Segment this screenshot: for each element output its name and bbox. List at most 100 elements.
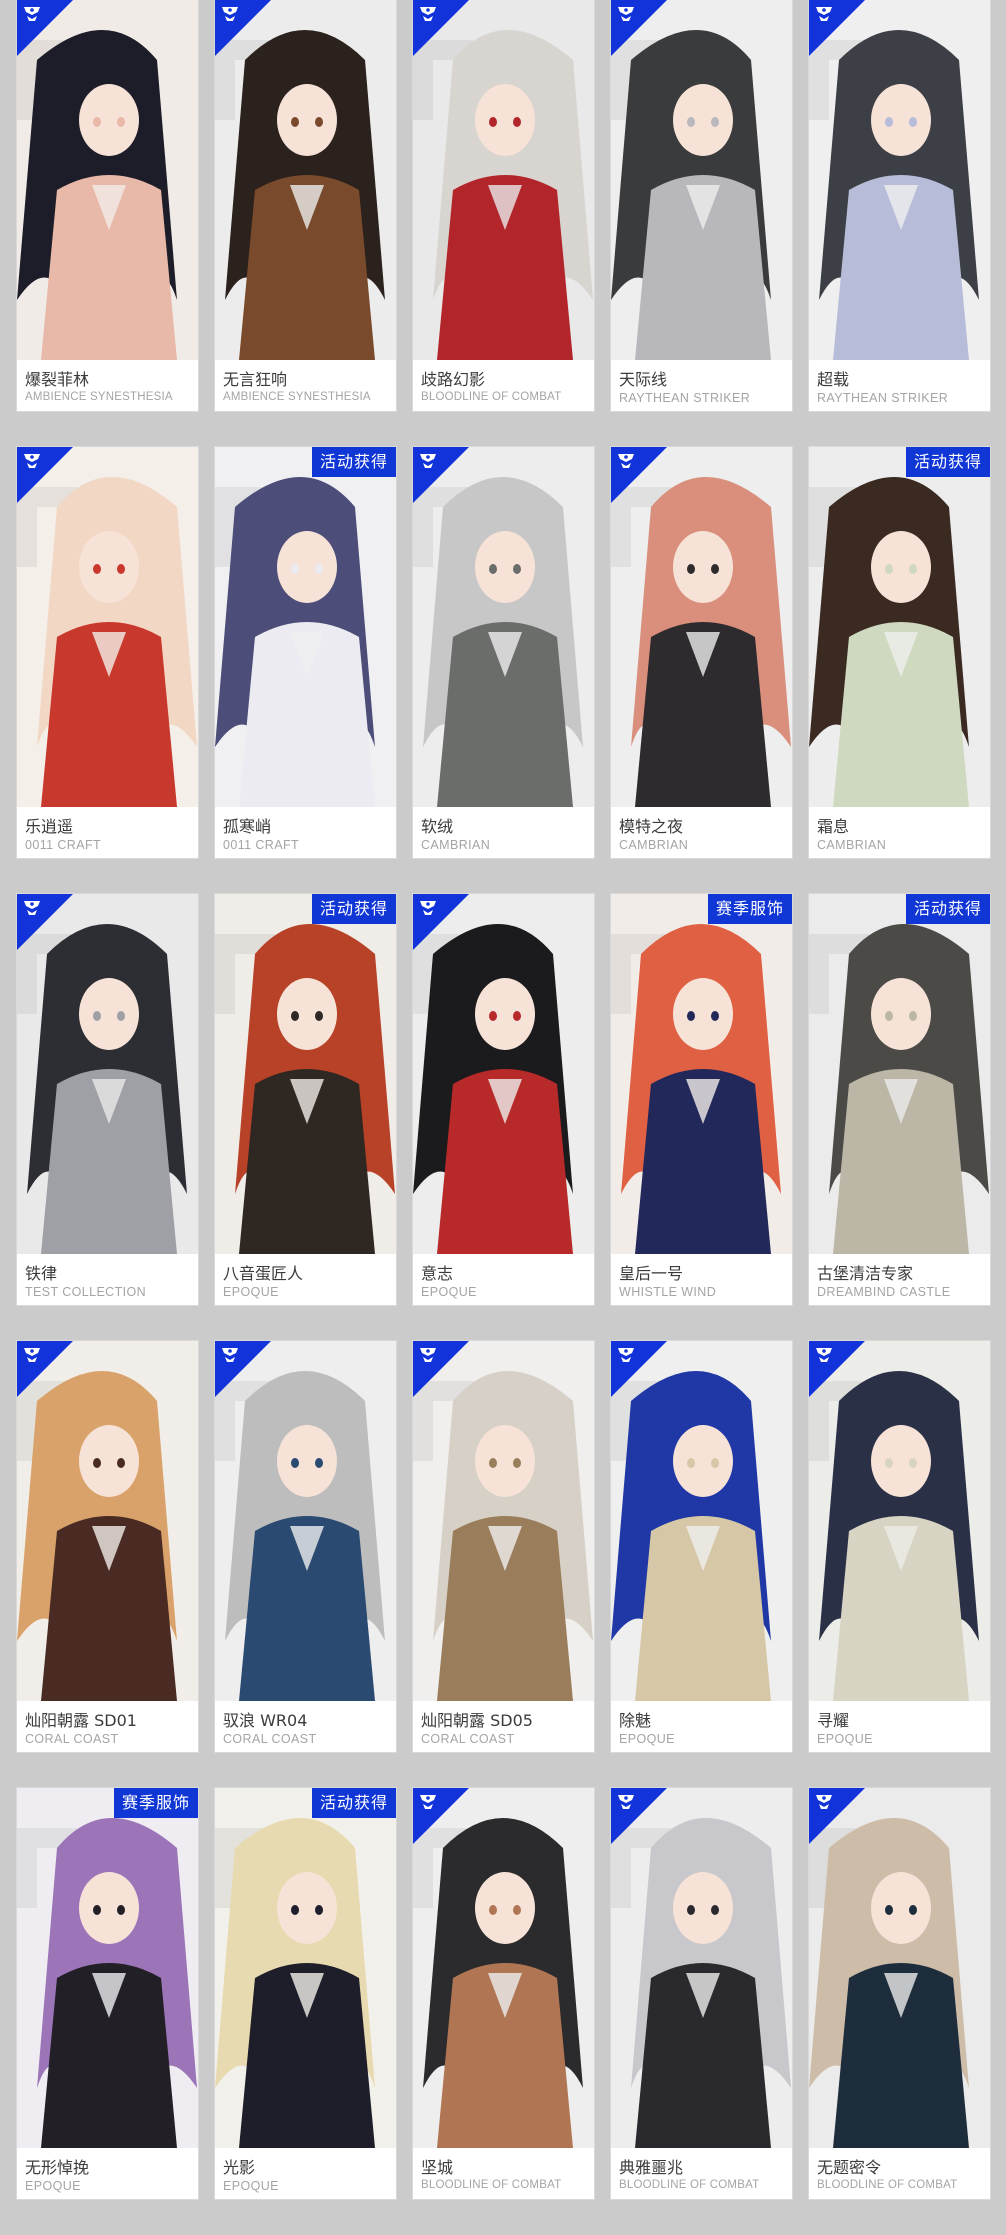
skin-name: 铁律 bbox=[25, 1264, 58, 1283]
skin-name: 坚城 bbox=[421, 2158, 454, 2177]
skin-card[interactable]: 歧路幻影 BLOODLINE OF COMBAT bbox=[413, 0, 594, 411]
skin-artwork bbox=[215, 894, 396, 1254]
skin-name: 寻耀 bbox=[817, 1711, 850, 1730]
shop-crest-icon bbox=[21, 897, 43, 919]
skin-series: AMBIENCE SYNESTHESIA bbox=[223, 391, 371, 403]
skin-artwork bbox=[17, 1788, 198, 2148]
skin-card[interactable]: 活动获得 古堡清洁专家 DREAMBIND CASTLE bbox=[809, 894, 990, 1305]
skin-name: 爆裂菲林 bbox=[25, 370, 90, 389]
skin-card[interactable]: 爆裂菲林 AMBIENCE SYNESTHESIA bbox=[17, 0, 198, 411]
skin-artwork bbox=[215, 447, 396, 807]
skin-artwork bbox=[809, 447, 990, 807]
skin-name: 天际线 bbox=[619, 370, 668, 389]
skin-card[interactable]: 典雅噩兆 BLOODLINE OF COMBAT bbox=[611, 1788, 792, 2199]
skin-card[interactable]: 活动获得光影 EPOQUE bbox=[215, 1788, 396, 2199]
skin-series: BLOODLINE OF COMBAT bbox=[421, 2179, 562, 2191]
shop-crest-icon bbox=[813, 3, 835, 25]
skin-name: 驭浪 WR04 bbox=[223, 1711, 308, 1730]
skin-series: EPOQUE bbox=[223, 2179, 279, 2193]
skin-name: 意志 bbox=[421, 1264, 454, 1283]
skin-series: BLOODLINE OF COMBAT bbox=[817, 2179, 958, 2191]
shop-crest-icon bbox=[417, 1344, 439, 1366]
skin-series: CORAL COAST bbox=[25, 1732, 119, 1746]
skin-series: BLOODLINE OF COMBAT bbox=[421, 391, 562, 403]
skin-series: BLOODLINE OF COMBAT bbox=[619, 2179, 760, 2191]
skin-name: 乐逍遥 bbox=[25, 817, 74, 836]
shop-crest-icon bbox=[219, 1344, 241, 1366]
skin-card[interactable]: 超载 RAYTHEAN STRIKER bbox=[809, 0, 990, 411]
event-tag: 活动获得 bbox=[311, 1788, 396, 1818]
skin-card[interactable]: 无言狂响 AMBIENCE SYNESTHESIA bbox=[215, 0, 396, 411]
skin-name: 古堡清洁专家 bbox=[817, 1264, 914, 1283]
event-tag: 活动获得 bbox=[311, 894, 396, 924]
skin-card[interactable]: 坚城 BLOODLINE OF COMBAT bbox=[413, 1788, 594, 2199]
event-tag: 活动获得 bbox=[905, 447, 990, 477]
skin-card[interactable]: 天际线 RAYTHEAN STRIKER bbox=[611, 0, 792, 411]
skin-card[interactable]: 活动获得霜息 CAMBRIAN bbox=[809, 447, 990, 858]
skin-series: DREAMBIND CASTLE bbox=[817, 1285, 951, 1299]
skin-card[interactable]: 寻耀 EPOQUE bbox=[809, 1341, 990, 1752]
skin-series: EPOQUE bbox=[25, 2179, 81, 2193]
season-tag: 赛季服饰 bbox=[113, 1788, 198, 1818]
skin-series: CAMBRIAN bbox=[619, 838, 689, 852]
shop-crest-icon bbox=[21, 3, 43, 25]
skin-series: EPOQUE bbox=[817, 1732, 873, 1746]
skin-artwork bbox=[809, 894, 990, 1254]
skin-name: 霜息 bbox=[817, 817, 850, 836]
skin-card[interactable]: 灿阳朝露 SD05 CORAL COAST bbox=[413, 1341, 594, 1752]
skin-series: RAYTHEAN STRIKER bbox=[619, 391, 751, 405]
skin-name: 典雅噩兆 bbox=[619, 2158, 684, 2177]
skin-card[interactable]: 无题密令 BLOODLINE OF COMBAT bbox=[809, 1788, 990, 2199]
shop-crest-icon bbox=[21, 1344, 43, 1366]
skin-artwork bbox=[215, 1788, 396, 2148]
skin-name: 灿阳朝露 SD01 bbox=[25, 1711, 137, 1730]
skin-card[interactable]: 驭浪 WR04 CORAL COAST bbox=[215, 1341, 396, 1752]
skin-series: CAMBRIAN bbox=[817, 838, 887, 852]
skin-card[interactable]: 活动获得 八音蛋匠人 EPOQUE bbox=[215, 894, 396, 1305]
skin-artwork bbox=[611, 894, 792, 1254]
shop-crest-icon bbox=[417, 897, 439, 919]
skin-name: 除魅 bbox=[619, 1711, 652, 1730]
shop-crest-icon bbox=[813, 1344, 835, 1366]
skin-series: 0011 CRAFT bbox=[25, 838, 102, 852]
skin-name: 超载 bbox=[817, 370, 850, 389]
skin-name: 皇后一号 bbox=[619, 1264, 684, 1283]
skin-name: 软绒 bbox=[421, 817, 454, 836]
skin-series: 0011 CRAFT bbox=[223, 838, 300, 852]
shop-crest-icon bbox=[615, 3, 637, 25]
skin-card[interactable]: 模特之夜 CAMBRIAN bbox=[611, 447, 792, 858]
skin-card[interactable]: 除魅 EPOQUE bbox=[611, 1341, 792, 1752]
skin-series: EPOQUE bbox=[619, 1732, 675, 1746]
skin-name: 无题密令 bbox=[817, 2158, 882, 2177]
skin-card[interactable]: 乐逍遥 0011 CRAFT bbox=[17, 447, 198, 858]
skin-series: CORAL COAST bbox=[421, 1732, 515, 1746]
skin-card[interactable]: 软绒 CAMBRIAN bbox=[413, 447, 594, 858]
skin-card[interactable]: 赛季服饰 无形悼挽 EPOQUE bbox=[17, 1788, 198, 2199]
skin-card[interactable]: 意志 EPOQUE bbox=[413, 894, 594, 1305]
event-tag: 活动获得 bbox=[311, 447, 396, 477]
skin-series: EPOQUE bbox=[421, 1285, 477, 1299]
shop-crest-icon bbox=[417, 3, 439, 25]
skin-series: WHISTLE WIND bbox=[619, 1285, 717, 1299]
skin-name: 孤寒峭 bbox=[223, 817, 272, 836]
skin-name: 光影 bbox=[223, 2158, 256, 2177]
skin-card[interactable]: 灿阳朝露 SD01 CORAL COAST bbox=[17, 1341, 198, 1752]
skin-name: 歧路幻影 bbox=[421, 370, 486, 389]
skin-card[interactable]: 铁律 TEST COLLECTION bbox=[17, 894, 198, 1305]
skin-series: TEST COLLECTION bbox=[25, 1285, 147, 1299]
shop-crest-icon bbox=[417, 450, 439, 472]
shop-crest-icon bbox=[417, 1791, 439, 1813]
shop-crest-icon bbox=[219, 3, 241, 25]
skin-card[interactable]: 活动获得孤寒峭 0011 CRAFT bbox=[215, 447, 396, 858]
skin-grid: 爆裂菲林 AMBIENCE SYNESTHESIA 无言狂响 AMBIENCE SYN… bbox=[0, 0, 1006, 2235]
shop-crest-icon bbox=[615, 1791, 637, 1813]
skin-series: AMBIENCE SYNESTHESIA bbox=[25, 391, 173, 403]
skin-series: EPOQUE bbox=[223, 1285, 279, 1299]
season-tag: 赛季服饰 bbox=[707, 894, 792, 924]
shop-crest-icon bbox=[615, 1344, 637, 1366]
skin-series: RAYTHEAN STRIKER bbox=[817, 391, 949, 405]
shop-crest-icon bbox=[615, 450, 637, 472]
skin-series: CAMBRIAN bbox=[421, 838, 491, 852]
skin-card[interactable]: 赛季服饰皇后一号 WHISTLE WIND bbox=[611, 894, 792, 1305]
skin-name: 模特之夜 bbox=[619, 817, 684, 836]
